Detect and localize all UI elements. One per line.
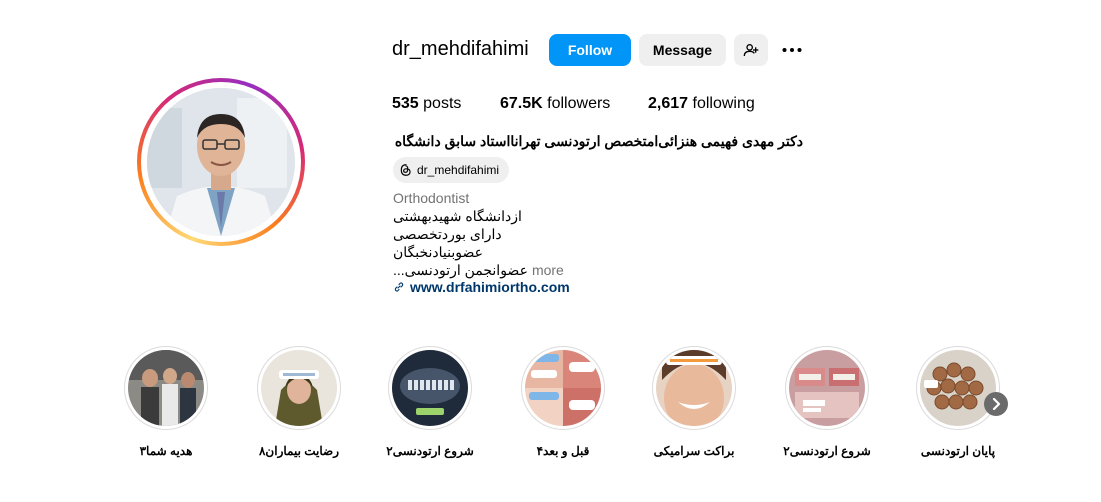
highlight-ring xyxy=(652,346,736,430)
following-count: 2,617 xyxy=(648,95,689,112)
highlight-cover xyxy=(261,350,337,426)
posts-stat: 535 posts xyxy=(392,95,461,113)
following-label: following xyxy=(692,95,755,112)
posts-label: posts xyxy=(423,95,462,112)
posts-count: 535 xyxy=(392,95,419,112)
chevron-right-icon xyxy=(992,398,1001,410)
highlight-label: براکت سرامیکی xyxy=(653,444,735,458)
highlight-ring xyxy=(521,346,605,430)
website-url: www.drfahimiortho.com xyxy=(410,279,570,295)
avatar[interactable] xyxy=(147,88,295,236)
link-icon xyxy=(394,282,404,292)
website-link[interactable]: www.drfahimiortho.com xyxy=(393,279,570,295)
followers-count: 67.5K xyxy=(500,95,543,112)
avatar-photo-illustration xyxy=(147,88,295,236)
highlight-ring xyxy=(916,346,1000,430)
highlight-cover xyxy=(128,350,204,426)
highlight-label: شروع ارتودنسی۲ xyxy=(386,444,474,458)
highlight-label: رضایت بیماران۸ xyxy=(258,444,340,458)
highlight-item[interactable]: قبل و بعد۴ xyxy=(521,346,605,458)
highlight-ring xyxy=(257,346,341,430)
highlight-ring xyxy=(124,346,208,430)
highlight-ring xyxy=(388,346,472,430)
highlight-cover xyxy=(656,350,732,426)
message-button[interactable]: Message xyxy=(639,34,726,66)
highlights-next-button[interactable] xyxy=(984,392,1008,416)
highlight-cover xyxy=(789,350,865,426)
add-person-icon xyxy=(743,44,759,57)
highlight-item[interactable]: رضایت بیماران۸ xyxy=(257,346,341,458)
bio-line: ازدانشگاه شهیدبهشتی xyxy=(393,208,522,224)
threads-handle: dr_mehdifahimi xyxy=(417,163,500,177)
highlight-label: هدیه شما۳ xyxy=(139,444,193,458)
follow-button[interactable]: Follow xyxy=(549,34,631,66)
profile-username: dr_mehdifahimi xyxy=(392,38,529,60)
threads-badge[interactable]: dr_mehdifahimi xyxy=(393,157,510,183)
highlight-label: شروع ارتودنسی۲ xyxy=(783,444,871,458)
suggest-user-button[interactable] xyxy=(734,34,768,66)
highlight-item[interactable]: شروع ارتودنسی۲ xyxy=(386,346,474,458)
bio-line: عضوبنیادنخبگان xyxy=(393,244,484,260)
highlight-cover xyxy=(392,350,468,426)
bio-last-line: عضوانجمن ارتودنسی... more xyxy=(393,262,564,279)
following-stat[interactable]: 2,617 following xyxy=(648,95,755,113)
bio-name: دکتر مهدی فهیمی هنزائی‌امتخصص ارتودنسی ت… xyxy=(394,133,803,149)
followers-label: followers xyxy=(547,95,611,112)
more-options-button[interactable] xyxy=(776,34,808,66)
highlight-label: قبل و بعد۴ xyxy=(536,444,590,458)
highlight-item[interactable]: شروع ارتودنسی۲ xyxy=(783,346,871,458)
profile-avatar-ring[interactable] xyxy=(137,78,305,246)
highlight-item[interactable]: براکت سرامیکی xyxy=(652,346,736,458)
highlight-ring xyxy=(785,346,869,430)
bio-line: دارای بوردتخصصی xyxy=(393,226,502,242)
bio-line: عضوانجمن ارتودنسی... xyxy=(393,262,528,278)
more-options-icon xyxy=(782,48,802,52)
highlight-label: پایان ارتودنسی xyxy=(920,444,996,458)
avatar-inner xyxy=(141,82,301,242)
more-link[interactable]: more xyxy=(532,262,564,279)
profile-category: Orthodontist xyxy=(393,190,470,206)
highlight-cover xyxy=(525,350,601,426)
threads-icon xyxy=(400,164,411,176)
followers-stat[interactable]: 67.5K followers xyxy=(500,95,610,113)
highlight-item[interactable]: هدیه شما۳ xyxy=(124,346,208,458)
highlight-cover xyxy=(920,350,996,426)
